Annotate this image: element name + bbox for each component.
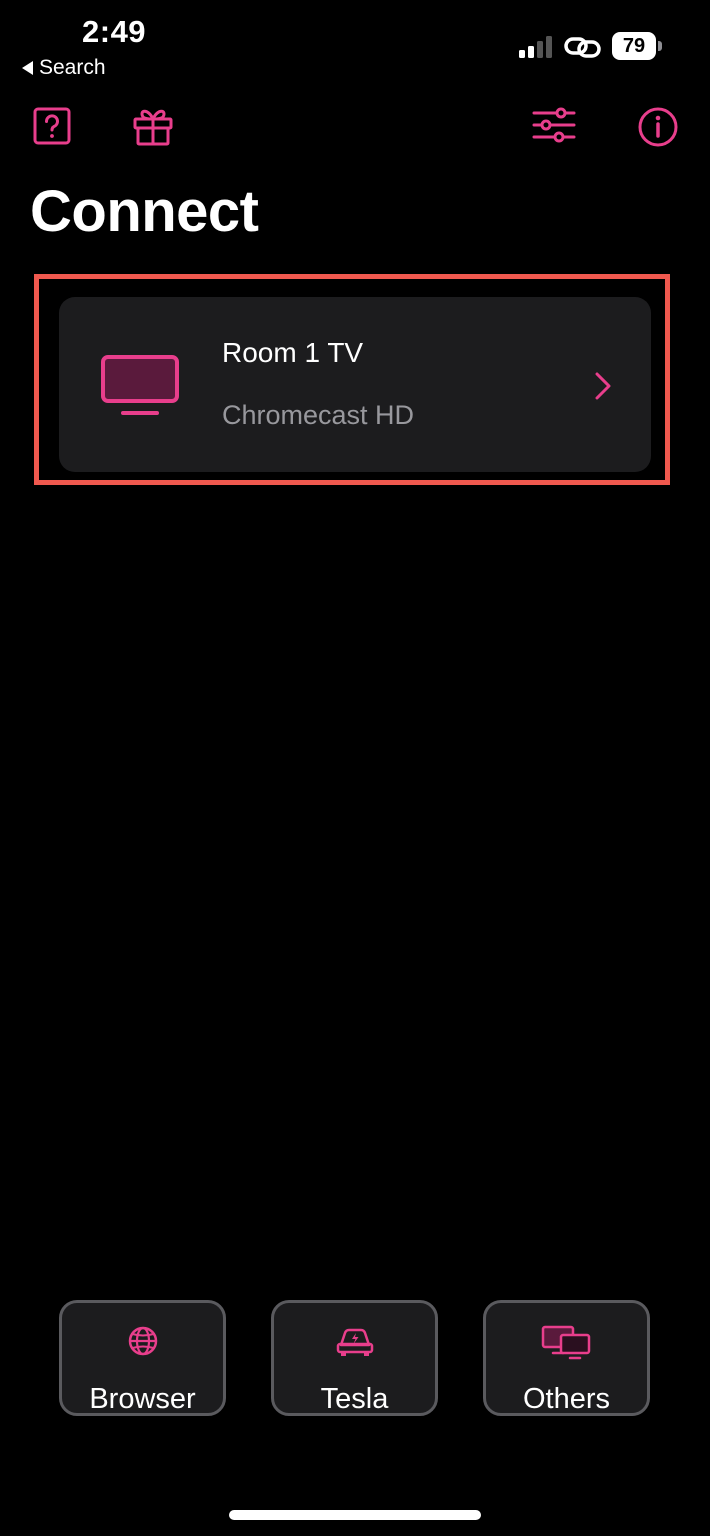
tv-icon (101, 355, 179, 415)
browser-label: Browser (89, 1383, 196, 1415)
chevron-right-icon (595, 372, 611, 400)
device-type: Chromecast HD (222, 400, 415, 430)
question-square-icon[interactable] (31, 105, 75, 149)
monitors-icon (541, 1325, 590, 1360)
globe-icon (128, 1326, 157, 1356)
back-caret-icon (22, 61, 33, 75)
gift-icon[interactable] (131, 104, 175, 148)
cellular-signal-icon (519, 36, 552, 58)
back-label: Search (39, 56, 106, 79)
battery-indicator: 79 (612, 32, 662, 60)
battery-level: 79 (612, 32, 656, 60)
device-name: Room 1 TV (222, 337, 364, 368)
others-label: Others (522, 1383, 611, 1415)
hotspot-link-icon (564, 37, 601, 58)
sliders-icon[interactable] (532, 104, 576, 148)
status-time: 2:49 (82, 14, 147, 49)
tesla-label: Tesla (320, 1383, 389, 1415)
battery-cap (658, 41, 662, 51)
device-card[interactable]: Room 1 TV Chromecast HD (59, 297, 651, 472)
tesla-button[interactable]: Tesla (271, 1300, 438, 1416)
browser-button[interactable]: Browser (59, 1300, 226, 1416)
page-title: Connect (30, 179, 259, 244)
back-to-search-link[interactable]: Search (22, 56, 106, 80)
home-indicator[interactable] (229, 1510, 481, 1520)
car-bolt-icon (336, 1328, 373, 1356)
info-circle-icon[interactable] (636, 105, 680, 149)
others-button[interactable]: Others (483, 1300, 650, 1416)
